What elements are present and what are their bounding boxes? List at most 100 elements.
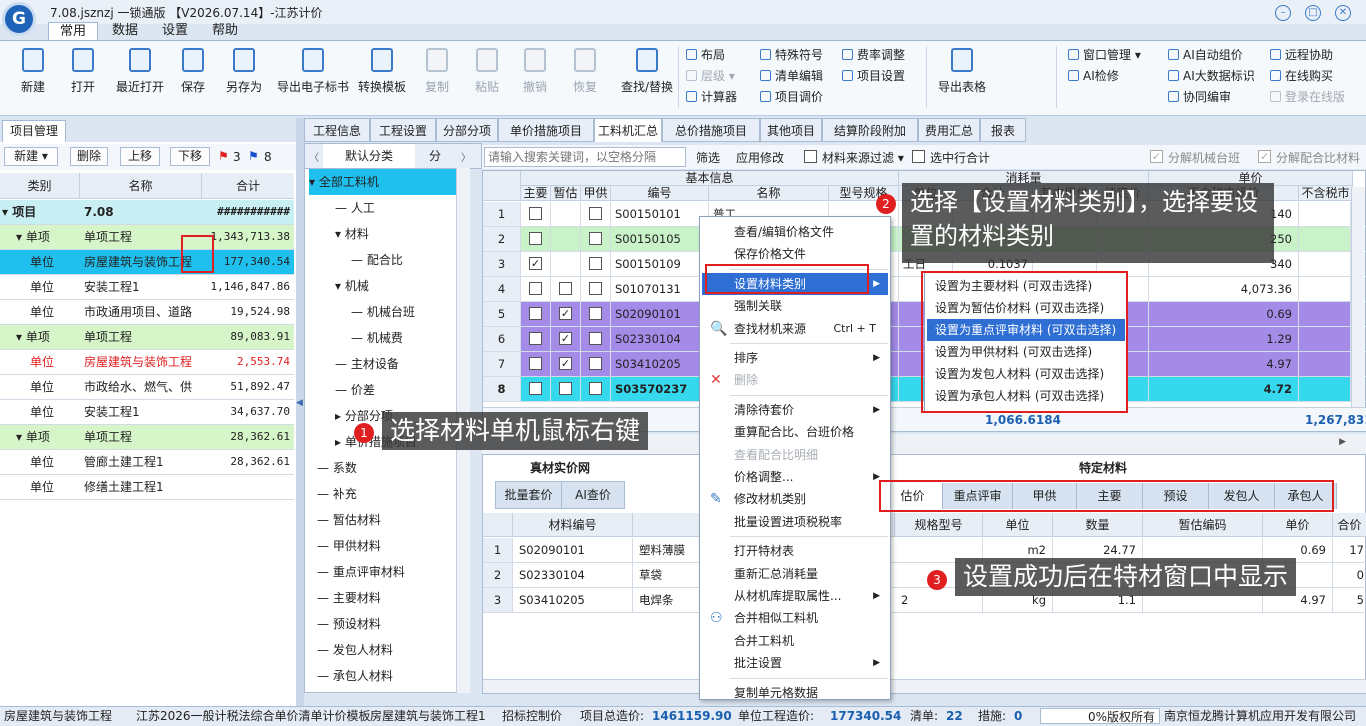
login-online-button[interactable]: 登录在线版 xyxy=(1270,88,1345,105)
bottom-col-3[interactable]: 单位 xyxy=(983,513,1053,537)
ribbon-btn-9[interactable]: 撤销 xyxy=(518,48,552,95)
grid-col-0[interactable]: 主要 xyxy=(521,186,551,201)
ctx-item-24[interactable]: 复制单元格数据 xyxy=(702,682,888,704)
collab-review-button[interactable]: 协同编审 xyxy=(1168,88,1231,105)
checkbox[interactable]: ✓ xyxy=(529,257,542,270)
checkbox[interactable] xyxy=(529,232,542,245)
ctx-item-19[interactable]: 从材机库提取属性... ▶ xyxy=(702,585,888,607)
checkbox[interactable] xyxy=(589,307,602,320)
ai-auto-price-button[interactable]: AI自动组价 xyxy=(1168,46,1243,63)
tree-node[interactable]: ▾ 机械 xyxy=(335,273,369,299)
checkbox[interactable] xyxy=(529,382,542,395)
grid-col-11[interactable]: 不含税市 xyxy=(1299,186,1353,201)
project-tree-row[interactable]: 单位 房屋建筑与装饰工程 177,340.54 xyxy=(0,250,294,275)
bottom-col-5[interactable]: 暂估编码 xyxy=(1143,513,1263,537)
ctx-item-15[interactable]: 批量设置进项税税率 xyxy=(702,511,888,533)
ctx-item-8[interactable]: ✕ 删除 xyxy=(702,369,888,391)
scroll-left-icon[interactable]: 〈 xyxy=(309,149,319,164)
project-tree-row[interactable]: 单位 市政给水、燃气、供 51,892.47 xyxy=(0,375,294,400)
blue-flag-icon[interactable]: ⚑ xyxy=(248,149,259,163)
ctx-item-21[interactable]: 合并工料机 xyxy=(702,630,888,652)
ctx-item-1[interactable]: 保存价格文件 xyxy=(702,243,888,265)
ctx-item-13[interactable]: 价格调整... ▶ xyxy=(702,466,888,488)
tab-project-manage[interactable]: 项目管理 xyxy=(2,120,66,142)
splitter[interactable]: ◀ xyxy=(296,118,304,706)
grid-col-3[interactable]: 编号 xyxy=(611,186,709,201)
split-mix-checkbox[interactable]: ✓ xyxy=(1258,150,1271,163)
project-tree-row[interactable]: 单位 房屋建筑与装饰工程 2,553.74 xyxy=(0,350,294,375)
project-tree-row[interactable]: 单位 安装工程1 34,637.70 xyxy=(0,400,294,425)
move-up-button[interactable]: 上移 xyxy=(120,147,160,166)
tree-node[interactable]: — 暂估材料 xyxy=(317,507,381,533)
checkbox[interactable] xyxy=(529,207,542,220)
ribbon-btn-6[interactable]: 转换模板 xyxy=(352,48,412,95)
ribbon-btn-8[interactable]: 粘贴 xyxy=(470,48,504,95)
calculator-button[interactable]: 计算器 xyxy=(686,88,737,105)
tab-other[interactable]: 分 xyxy=(429,144,449,168)
ctx-item-18[interactable]: 重新汇总消耗量 xyxy=(702,563,888,585)
checkbox[interactable] xyxy=(529,307,542,320)
project-price-adjust-button[interactable]: 项目调价 xyxy=(760,88,823,105)
checkbox[interactable] xyxy=(529,332,542,345)
checkbox[interactable] xyxy=(589,382,602,395)
split-machine-checkbox[interactable]: ✓ xyxy=(1150,150,1163,163)
tree-node[interactable]: — 人工 xyxy=(335,195,375,221)
grid-scrollbar[interactable] xyxy=(1351,187,1365,407)
ctx-item-0[interactable]: 查看/编辑价格文件 xyxy=(702,221,888,243)
tree-node[interactable]: — 机械费 xyxy=(351,325,403,351)
checkbox[interactable] xyxy=(529,282,542,295)
window-manage-button[interactable]: 窗口管理 ▾ xyxy=(1068,46,1141,63)
tree-node[interactable]: — 预设材料 xyxy=(317,611,381,637)
ribbon-btn-7[interactable]: 复制 xyxy=(420,48,454,95)
tab-1[interactable]: 工程设置 xyxy=(370,118,436,142)
tab-2[interactable]: 分部分项 xyxy=(436,118,498,142)
ai-bigdata-button[interactable]: AI大数据标识 xyxy=(1168,67,1255,84)
ctx-item-17[interactable]: 打开特材表 xyxy=(702,540,888,562)
material-source-filter-label[interactable]: 材料来源过滤 ▾ xyxy=(822,149,904,166)
bottom-hscroll[interactable] xyxy=(483,679,1366,693)
tree-node[interactable]: — 配合比 xyxy=(351,247,403,273)
ribbon-btn-4[interactable]: 另存为 xyxy=(222,48,266,95)
apply-changes-button[interactable]: 应用修改 xyxy=(736,149,784,166)
scroll-right-icon[interactable]: 〉 xyxy=(461,149,471,164)
new-button[interactable]: 新建 ▾ xyxy=(4,147,58,166)
grid-col-4[interactable]: 名称 xyxy=(709,186,829,201)
ai-check-button[interactable]: AI检修 xyxy=(1068,67,1119,84)
checkbox[interactable] xyxy=(589,332,602,345)
restore-icon[interactable]: □ xyxy=(1305,5,1321,21)
tab-0[interactable]: 工程信息 xyxy=(304,118,370,142)
tab-9[interactable]: 报表 xyxy=(980,118,1026,142)
ctx-item-7[interactable]: 排序 ▶ xyxy=(702,347,888,369)
checkbox[interactable] xyxy=(559,382,572,395)
tab-7[interactable]: 结算阶段附加 xyxy=(822,118,918,142)
col-total[interactable]: 合计 xyxy=(202,173,294,199)
tree-node[interactable]: — 机械台班 xyxy=(351,299,415,325)
tab-6[interactable]: 其他项目 xyxy=(760,118,822,142)
ctx-item-4[interactable]: 强制关联 xyxy=(702,295,888,317)
tree-node[interactable]: — 承包人材料 xyxy=(317,663,393,689)
project-tree-row[interactable]: ▾ 项目 7.08 ########### xyxy=(0,200,294,225)
list-edit-button[interactable]: 清单编辑 xyxy=(760,67,823,84)
project-tree-row[interactable]: 单位 修缮土建工程1 xyxy=(0,475,294,500)
ctx-item-14[interactable]: ✎ 修改材机类别 xyxy=(702,488,888,510)
selected-total-checkbox[interactable] xyxy=(912,150,925,163)
batch-price-button[interactable]: 批量套价 xyxy=(496,482,562,508)
menu-common[interactable]: 常用 xyxy=(48,22,98,40)
bottom-col-0[interactable]: 材料编号 xyxy=(513,513,633,537)
tree-node[interactable]: — 价差 xyxy=(335,377,375,403)
project-tree-row[interactable]: ▾ 单项 单项工程 1,343,713.38 xyxy=(0,225,294,250)
ctx-item-22[interactable]: 批注设置 ▶ xyxy=(702,652,888,674)
checkbox[interactable] xyxy=(589,232,602,245)
ribbon-btn-2[interactable]: 最近打开 xyxy=(112,48,168,95)
search-input[interactable] xyxy=(484,147,686,167)
checkbox[interactable] xyxy=(589,257,602,270)
layout-button[interactable]: 布局 xyxy=(686,46,725,63)
tree-node[interactable]: ▾ 全部工料机 xyxy=(309,169,459,195)
menu-help[interactable]: 帮助 xyxy=(200,22,250,40)
menu-data[interactable]: 数据 xyxy=(100,22,150,40)
tree-node[interactable]: — 主材设备 xyxy=(335,351,399,377)
bottom-col-4[interactable]: 数量 xyxy=(1053,513,1143,537)
menu-settings[interactable]: 设置 xyxy=(150,22,200,40)
tab-default-category[interactable]: 默认分类 xyxy=(323,144,415,168)
checkbox[interactable] xyxy=(589,282,602,295)
